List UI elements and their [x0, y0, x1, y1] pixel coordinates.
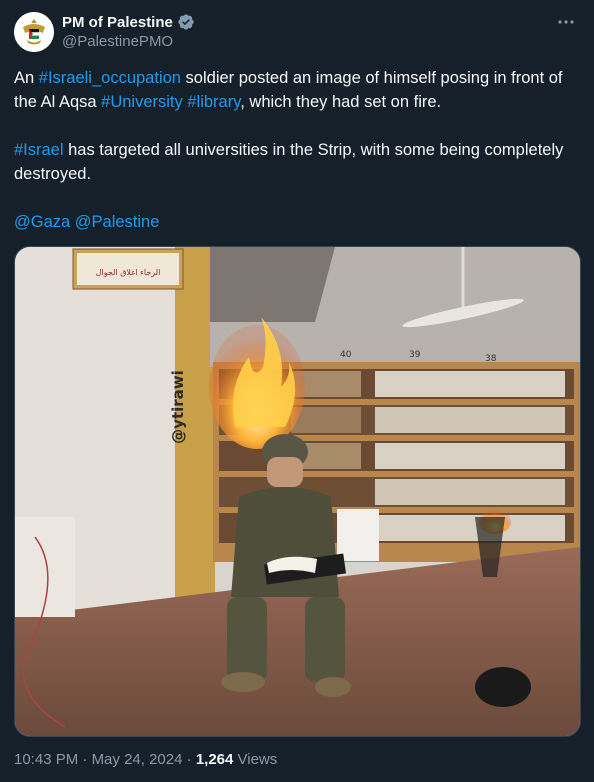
avatar[interactable]: [14, 12, 54, 52]
author-name[interactable]: PM of Palestine: [62, 14, 173, 31]
tweet: PM of Palestine @PalestinePMO An #Israel…: [0, 0, 594, 782]
paper-sheet: [337, 509, 379, 561]
tweet-paragraph-3: @Gaza @Palestine: [14, 210, 580, 234]
hashtag-israel[interactable]: #Israel: [14, 141, 64, 159]
photo-watermark: @ytirawi: [169, 370, 187, 444]
tweet-text: An #Israeli_occupation soldier posted an…: [14, 66, 580, 234]
tweet-time[interactable]: 10:43 PM: [14, 751, 78, 768]
views-label: Views: [233, 751, 278, 768]
mention-gaza[interactable]: @Gaza: [14, 213, 70, 231]
mention-palestine[interactable]: @Palestine: [75, 213, 160, 231]
tweet-paragraph-2: #Israel has targeted all universities in…: [14, 141, 564, 183]
tweet-date[interactable]: May 24, 2024: [92, 751, 183, 768]
palestine-emblem-icon: [14, 12, 54, 52]
more-options-icon[interactable]: [556, 12, 576, 37]
tweet-meta: 10:43 PM · May 24, 2024 · 1,264 Views: [14, 751, 278, 768]
debris-bag: [475, 667, 531, 707]
verified-badge-icon: [178, 14, 194, 30]
wall-sign-text: الرجاء اغلاق الجوال: [96, 268, 161, 277]
shelf-number-1: 39: [409, 350, 421, 360]
hashtag-university[interactable]: #University: [101, 93, 183, 111]
views-count: 1,264: [195, 751, 234, 768]
shelf-number-2: 38: [485, 354, 497, 364]
hashtag-library[interactable]: #library: [187, 93, 240, 111]
tweet-photo[interactable]: الرجاء اغلاق الجوال 39 38 40 @ytirawi: [14, 246, 581, 737]
shelf-number-3: 40: [340, 350, 352, 360]
damaged-ceiling: [210, 247, 335, 322]
hashtag-israeli-occupation[interactable]: #Israeli_occupation: [39, 69, 181, 87]
tweet-paragraph-1: An #Israeli_occupation soldier posted an…: [14, 69, 563, 111]
author-handle[interactable]: @PalestinePMO: [62, 33, 173, 50]
